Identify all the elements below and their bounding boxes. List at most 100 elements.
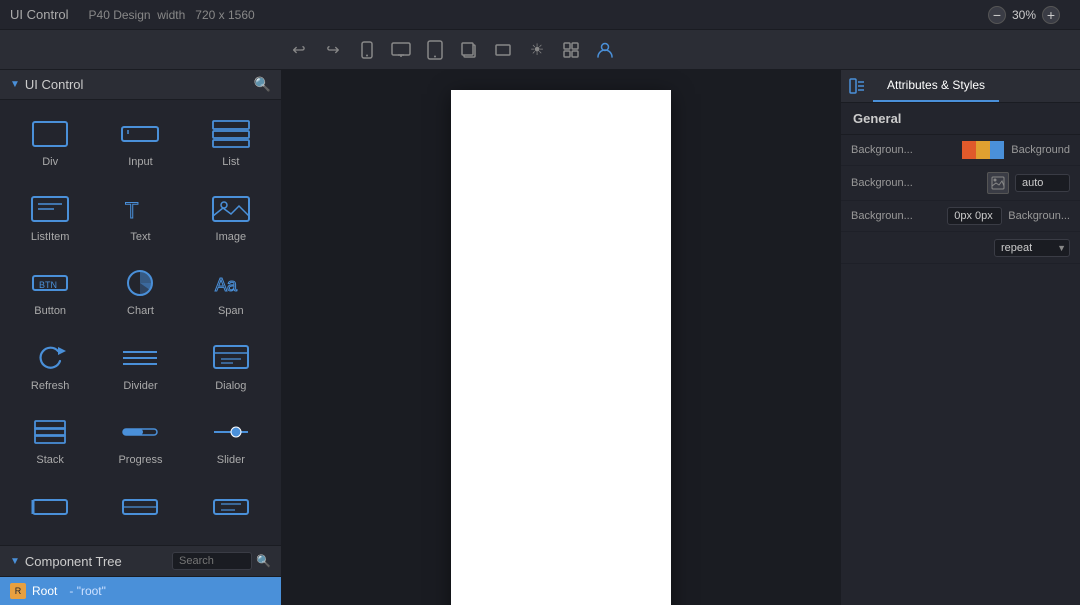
bg-color-value-label: Background — [1010, 144, 1070, 156]
bg-pos-value[interactable]: 0px 0px — [947, 207, 1002, 225]
text-label: Text — [130, 231, 150, 243]
component-input[interactable]: Input — [95, 105, 185, 180]
main-area: ▼ UI Control 🔍 Div — [0, 70, 1080, 605]
div-icon — [26, 116, 74, 152]
zoom-in-button[interactable]: + — [1042, 6, 1060, 24]
list-icon — [207, 116, 255, 152]
app-title: UI Control — [10, 7, 69, 22]
component-span[interactable]: Aa Span — [186, 254, 276, 329]
component-progress[interactable]: Progress — [95, 403, 185, 478]
tree-collapse-arrow[interactable]: ▼ — [10, 556, 20, 567]
dialog-label: Dialog — [215, 380, 246, 392]
image-icon — [207, 191, 255, 227]
divider-label: Divider — [123, 380, 157, 392]
component-slider[interactable]: Slider — [186, 403, 276, 478]
attributes-tabs: Attributes & Styles — [841, 70, 1080, 103]
component-extra2[interactable] — [95, 478, 185, 541]
extra3-icon — [207, 489, 255, 525]
list-label: List — [222, 156, 239, 168]
svg-text:Aa: Aa — [215, 275, 238, 295]
copy-button[interactable] — [455, 36, 483, 64]
toolbar: ↩ ↪ ☀ — [0, 30, 1080, 70]
rect-button[interactable] — [489, 36, 517, 64]
component-grid: Div Input — [0, 100, 281, 545]
component-divider[interactable]: Divider — [95, 329, 185, 404]
input-icon — [116, 116, 164, 152]
zoom-controls: − 30% + — [988, 6, 1060, 24]
component-list[interactable]: List — [186, 105, 276, 180]
brightness-button[interactable]: ☀ — [523, 36, 551, 64]
desktop-view-button[interactable] — [387, 36, 415, 64]
component-extra1[interactable] — [5, 478, 95, 541]
color-seg-1 — [962, 141, 976, 159]
component-text[interactable]: T Text — [95, 180, 185, 255]
slider-icon — [207, 414, 255, 450]
component-refresh[interactable]: Refresh — [5, 329, 95, 404]
section-general: General — [841, 103, 1080, 135]
component-chart[interactable]: Chart — [95, 254, 185, 329]
left-panel: ▼ UI Control 🔍 Div — [0, 70, 282, 605]
image-label: Image — [216, 231, 247, 243]
collapse-arrow[interactable]: ▼ — [10, 79, 20, 90]
root-label: Root — [32, 584, 57, 598]
progress-icon — [116, 414, 164, 450]
slider-label: Slider — [217, 454, 245, 466]
bg-repeat-select[interactable]: repeat no-repeat repeat-x repeat-y — [994, 239, 1070, 257]
listitem-label: ListItem — [31, 231, 70, 243]
component-button[interactable]: BTN Button — [5, 254, 95, 329]
ui-control-title: UI Control — [25, 77, 84, 92]
div-label: Div — [42, 156, 58, 168]
button-icon: BTN — [26, 265, 74, 301]
dialog-icon — [207, 340, 255, 376]
root-tree-row[interactable]: R Root - "root" — [0, 577, 281, 605]
attr-row-bg-image: Backgroun... auto — [841, 166, 1080, 201]
bg-pos-label: Backgroun... — [851, 210, 947, 222]
component-dialog[interactable]: Dialog — [186, 329, 276, 404]
tablet-view-button[interactable] — [421, 36, 449, 64]
tree-header: ▼ Component Tree 🔍 — [0, 546, 281, 577]
chart-label: Chart — [127, 305, 154, 317]
input-label: Input — [128, 156, 152, 168]
right-panel: Attributes & Styles General Backgroun...… — [840, 70, 1080, 605]
component-image[interactable]: Image — [186, 180, 276, 255]
canvas-frame — [451, 90, 671, 605]
zoom-out-button[interactable]: − — [988, 6, 1006, 24]
component-listitem[interactable]: ListItem — [5, 180, 95, 255]
tab-attributes-styles[interactable]: Attributes & Styles — [873, 70, 999, 102]
panel-icon-button[interactable] — [841, 70, 873, 102]
span-label: Span — [218, 305, 244, 317]
bg-color-label: Backgroun... — [851, 144, 962, 156]
grid-button[interactable] — [557, 36, 585, 64]
root-icon: R — [10, 583, 26, 599]
color-strip[interactable] — [962, 141, 1004, 159]
tree-search-icon[interactable]: 🔍 — [256, 554, 271, 568]
bg-size-value[interactable]: auto — [1015, 174, 1070, 192]
refresh-label: Refresh — [31, 380, 70, 392]
ui-control-header: ▼ UI Control 🔍 — [0, 70, 281, 100]
bg-image-thumb[interactable] — [987, 172, 1009, 194]
tree-search-input[interactable] — [172, 552, 252, 570]
divider-icon — [116, 340, 164, 376]
span-icon: Aa — [207, 265, 255, 301]
svg-text:T: T — [125, 198, 138, 223]
canvas-area — [282, 70, 840, 605]
attr-row-bg-position: Backgroun... 0px 0px Backgroun... — [841, 201, 1080, 232]
component-tree-title: Component Tree — [25, 554, 122, 569]
progress-label: Progress — [118, 454, 162, 466]
user-button[interactable] — [591, 36, 619, 64]
listitem-icon — [26, 191, 74, 227]
phone-view-button[interactable] — [353, 36, 381, 64]
bg-repeat-label: Backgroun... — [1008, 210, 1070, 222]
device-label: P40 Design width 720 x 1560 — [89, 8, 255, 22]
redo-button[interactable]: ↪ — [319, 36, 347, 64]
stack-icon — [26, 414, 74, 450]
component-extra3[interactable] — [186, 478, 276, 541]
component-search-icon[interactable]: 🔍 — [254, 76, 271, 93]
component-div[interactable]: Div — [5, 105, 95, 180]
undo-button[interactable]: ↩ — [285, 36, 313, 64]
color-seg-2 — [976, 141, 990, 159]
color-seg-3 — [990, 141, 1004, 159]
extra1-icon — [26, 489, 74, 525]
component-stack[interactable]: Stack — [5, 403, 95, 478]
attr-row-background-color: Backgroun... Background — [841, 135, 1080, 166]
